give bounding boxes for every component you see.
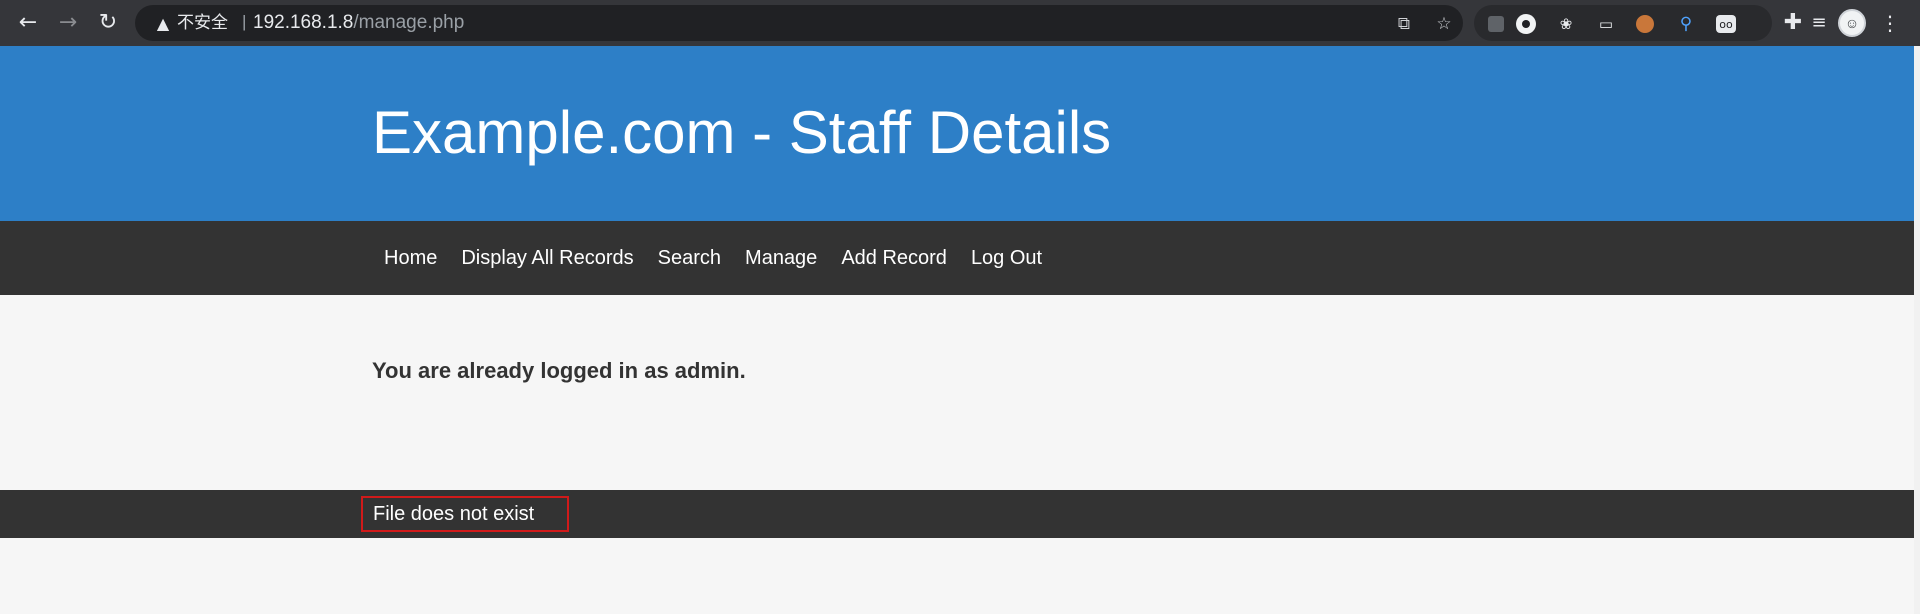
translate-icon[interactable]: ⧉: [1393, 13, 1415, 35]
cluster-extension-icon[interactable]: ❀: [1556, 14, 1576, 34]
nav-link-manage[interactable]: Manage: [733, 221, 829, 295]
reload-icon[interactable]: ↻: [94, 9, 122, 37]
login-status-message: You are already logged in as admin.: [372, 358, 746, 383]
laptop-extension-icon[interactable]: ▭: [1596, 14, 1616, 34]
nav-link-display-all-records[interactable]: Display All Records: [449, 221, 645, 295]
footer-bar: File does not exist: [0, 490, 1914, 538]
forward-icon[interactable]: →: [54, 9, 82, 37]
url-text[interactable]: 192.168.1.8/manage.php: [253, 13, 464, 33]
url-host: 192.168.1.8: [253, 12, 354, 33]
pin-extension-icon[interactable]: ⚲: [1676, 14, 1696, 34]
nav-link-home[interactable]: Home: [372, 221, 449, 295]
file-error-message: File does not exist: [361, 496, 569, 532]
record-extension-icon[interactable]: [1516, 14, 1536, 34]
url-separator: |: [242, 12, 247, 31]
extensions-area: ❀ ▭ ⚲ oo: [1474, 5, 1772, 41]
nav-link-search[interactable]: Search: [646, 221, 733, 295]
kebab-menu-icon[interactable]: ⋮: [1880, 9, 1900, 37]
bookmark-star-icon[interactable]: ☆: [1433, 13, 1455, 35]
url-path: /manage.php: [353, 12, 465, 33]
nav-link-add-record[interactable]: Add Record: [829, 221, 959, 295]
glasses-extension-icon[interactable]: oo: [1716, 15, 1736, 33]
profile-avatar[interactable]: ☺: [1838, 9, 1866, 37]
nav-links: Home Display All Records Search Manage A…: [372, 221, 1054, 295]
site-header: Example.com - Staff Details: [0, 46, 1914, 221]
reading-list-icon[interactable]: ≡: [1805, 9, 1833, 37]
cookie-extension-icon[interactable]: [1636, 15, 1654, 33]
browser-toolbar: ← → ↻ ▲ 不安全 | 192.168.1.8/manage.php ⧉ ☆…: [0, 0, 1920, 46]
security-label[interactable]: 不安全: [177, 13, 228, 33]
extension-icon[interactable]: [1488, 16, 1504, 32]
back-icon[interactable]: ←: [14, 9, 42, 37]
main-nav: Home Display All Records Search Manage A…: [0, 221, 1914, 295]
page-title: Example.com - Staff Details: [372, 99, 1112, 166]
address-bar[interactable]: ▲ 不安全 | 192.168.1.8/manage.php ⧉ ☆: [135, 5, 1463, 41]
scrollbar[interactable]: [1914, 46, 1920, 614]
warning-icon[interactable]: ▲: [153, 13, 173, 33]
extensions-puzzle-icon[interactable]: ✚: [1779, 9, 1807, 37]
nav-link-log-out[interactable]: Log Out: [959, 221, 1054, 295]
